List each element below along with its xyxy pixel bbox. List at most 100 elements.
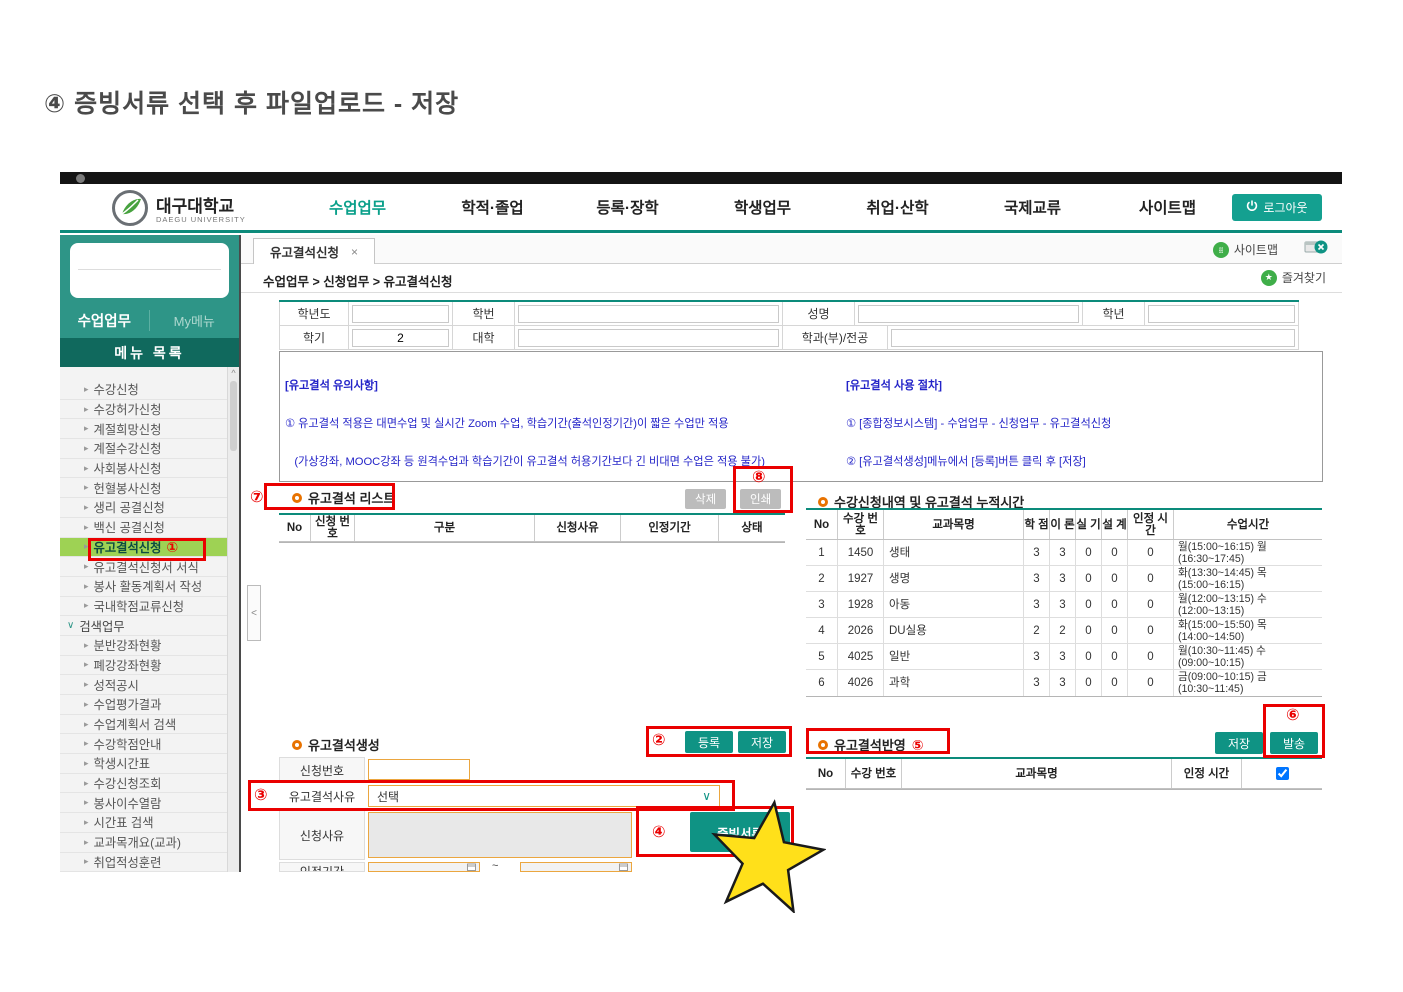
- sidebar-item[interactable]: ▸수업평가결과: [60, 695, 227, 715]
- annotation-5: ⑤: [912, 737, 924, 753]
- reason-type-label: 유고결석사유: [279, 783, 365, 810]
- close-icon[interactable]: ×: [351, 245, 358, 259]
- register-button[interactable]: 등록: [685, 731, 733, 753]
- reason-textarea[interactable]: [368, 812, 632, 858]
- sidebar-item[interactable]: ▸생리 공결신청: [60, 498, 227, 518]
- sidebar-item[interactable]: ▸봉사이수열람: [60, 793, 227, 813]
- apply-no-label: 신청번호: [279, 757, 365, 783]
- studentno-label: 학번: [453, 302, 515, 325]
- period-start-input[interactable]: [368, 862, 480, 872]
- sidebar-group-search[interactable]: ∨검색업무: [60, 616, 227, 636]
- sidebar-item[interactable]: ▸분반강좌현황: [60, 636, 227, 656]
- sidebar-item[interactable]: ▸사회봉사신청: [60, 459, 227, 479]
- sidebar-item[interactable]: ▸헌혈봉사신청: [60, 478, 227, 498]
- annotation-7: ⑦: [250, 490, 264, 506]
- breadcrumb: 수업업무 > 신청업무 > 유고결석신청: [263, 271, 453, 290]
- sidebar-item[interactable]: ▸수강학점안내: [60, 734, 227, 754]
- scroll-up-icon[interactable]: ^: [228, 368, 239, 378]
- table-row: 64026과학33000금(09:00~10:15) 금(10:30~11:45…: [806, 670, 1322, 696]
- sidebar-item[interactable]: ▸시간표 검색: [60, 813, 227, 833]
- page-title: ④ 증빙서류 선택 후 파일업로드 - 저장: [44, 84, 459, 120]
- college-label: 대학: [453, 326, 515, 349]
- arrow-right-icon: ▸: [84, 522, 89, 533]
- nav-international[interactable]: 국제교류: [965, 184, 1100, 230]
- bullet-icon: [292, 493, 302, 503]
- arrow-right-icon: ▸: [84, 817, 89, 828]
- tilde-separator: ~: [492, 860, 498, 872]
- sidebar-item-sugang[interactable]: ▸수강신청: [60, 380, 227, 400]
- select-all-checkbox[interactable]: [1276, 767, 1289, 780]
- chevron-down-icon: ∨: [67, 620, 74, 631]
- courses-table: No 수강 번호 교과목명 학 점 이 론 실 기 설 계 인정 시간 수업시간…: [806, 508, 1322, 697]
- sidebar-item[interactable]: ▸성적공시: [60, 675, 227, 695]
- sidebar-item[interactable]: ▸봉사 활동계획서 작성: [60, 577, 227, 597]
- apply-save-button[interactable]: 저장: [1215, 732, 1263, 754]
- arrow-right-icon: ▸: [84, 482, 89, 493]
- print-button[interactable]: 인쇄: [740, 489, 781, 509]
- annotation-8: ⑧: [752, 470, 766, 486]
- screenshot-root: ④ 증빙서류 선택 후 파일업로드 - 저장 대구대학교 DAEGU UNIVE…: [0, 0, 1403, 992]
- nav-career-industry[interactable]: 취업·산학: [830, 184, 965, 230]
- star-icon: ★: [1261, 270, 1277, 286]
- sidebar-item[interactable]: ▸유고결석신청서 서식: [60, 557, 227, 577]
- university-logo-icon: [112, 190, 148, 231]
- sidebar-item[interactable]: ▸계절희망신청: [60, 419, 227, 439]
- nav-student-affairs[interactable]: 학생업무: [695, 184, 830, 230]
- sidebar-item[interactable]: ▸학생시간표: [60, 754, 227, 774]
- window-panels-icon[interactable]: [1304, 239, 1328, 260]
- grade-input[interactable]: [1148, 305, 1295, 323]
- sidebar-tab-mymenu[interactable]: My메뉴: [150, 311, 240, 330]
- nav-class-affairs[interactable]: 수업업무: [290, 184, 425, 230]
- sidebar-item[interactable]: ▸폐강강좌현황: [60, 656, 227, 676]
- sidebar-item[interactable]: ▸백신 공결신청: [60, 518, 227, 538]
- create-save-button[interactable]: 저장: [738, 731, 786, 753]
- sidebar-item[interactable]: ▸수업계획서 검색: [60, 715, 227, 735]
- period-end-input[interactable]: [520, 862, 632, 872]
- favorite-link[interactable]: ★ 즐겨찾기: [1261, 269, 1326, 286]
- reason-label: 신청사유: [279, 810, 365, 860]
- apply-section-title: 유고결석반영 ⑤: [818, 735, 924, 754]
- sidebar-item[interactable]: ▸수강허가신청: [60, 400, 227, 420]
- annotation-4: ④: [652, 825, 666, 841]
- arrow-right-icon: ▸: [84, 502, 89, 513]
- term-input[interactable]: [352, 329, 449, 347]
- arrow-right-icon: ▸: [84, 443, 89, 454]
- dept-input[interactable]: [891, 329, 1295, 347]
- sidebar-item[interactable]: ▸계절수강신청: [60, 439, 227, 459]
- college-input[interactable]: [518, 329, 779, 347]
- nav-sitemap[interactable]: 사이트맵: [1100, 184, 1235, 230]
- arrow-right-icon: ▸: [84, 738, 89, 749]
- sidebar-scrollbar[interactable]: ^: [227, 367, 239, 872]
- name-label: 성명: [783, 302, 855, 325]
- studentno-input[interactable]: [518, 305, 779, 323]
- notice-left: [유고결석 유의사항] ① 유고결석 적용은 대면수업 및 실시간 Zoom 수…: [285, 355, 845, 482]
- name-input[interactable]: [858, 305, 1079, 323]
- sitemap-link[interactable]: ᎒᎒ 사이트맵: [1213, 241, 1278, 258]
- sidebar-tab-class-affairs[interactable]: 수업업무: [60, 310, 150, 331]
- arrow-right-icon: ▸: [84, 679, 89, 690]
- sidebar-item[interactable]: ▸수강신청조회: [60, 774, 227, 794]
- scroll-thumb[interactable]: [230, 381, 237, 451]
- tab-yugo-absence[interactable]: 유고결석신청 ×: [253, 238, 375, 264]
- sidebar-item[interactable]: ▸국내학점교류신청: [60, 597, 227, 617]
- nav-registration-scholarship[interactable]: 등록·장학: [560, 184, 695, 230]
- arrow-right-icon: ▸: [84, 404, 89, 415]
- nav-records-graduation[interactable]: 학적·졸업: [425, 184, 560, 230]
- reason-type-select[interactable]: 선택 ∨: [368, 785, 720, 807]
- logout-button[interactable]: 로그아웃: [1232, 194, 1322, 221]
- year-input[interactable]: [352, 305, 449, 323]
- window-dot: [76, 174, 85, 183]
- send-button[interactable]: 발송: [1270, 732, 1318, 754]
- collapse-panel-handle[interactable]: <: [247, 585, 261, 641]
- sidebar-item[interactable]: ▸취업적성훈련: [60, 853, 227, 873]
- table-row: 31928아동33000월(12:00~13:15) 수(12:00~13:15…: [806, 592, 1322, 618]
- arrow-right-icon: ▸: [84, 719, 89, 730]
- window-top-bar: [60, 172, 1342, 184]
- sidebar-item[interactable]: ▸교과목개요(교과): [60, 833, 227, 853]
- apply-no-input[interactable]: [368, 759, 470, 780]
- sidebar-item-yugo-absence[interactable]: ▸유고결석신청①: [60, 538, 227, 558]
- delete-button[interactable]: 삭제: [685, 489, 726, 509]
- attach-documents-button[interactable]: 증빙서류: [690, 812, 790, 852]
- sidebar-tabs: 수업업무 My메뉴: [60, 307, 239, 333]
- arrow-right-icon: ▸: [84, 423, 89, 434]
